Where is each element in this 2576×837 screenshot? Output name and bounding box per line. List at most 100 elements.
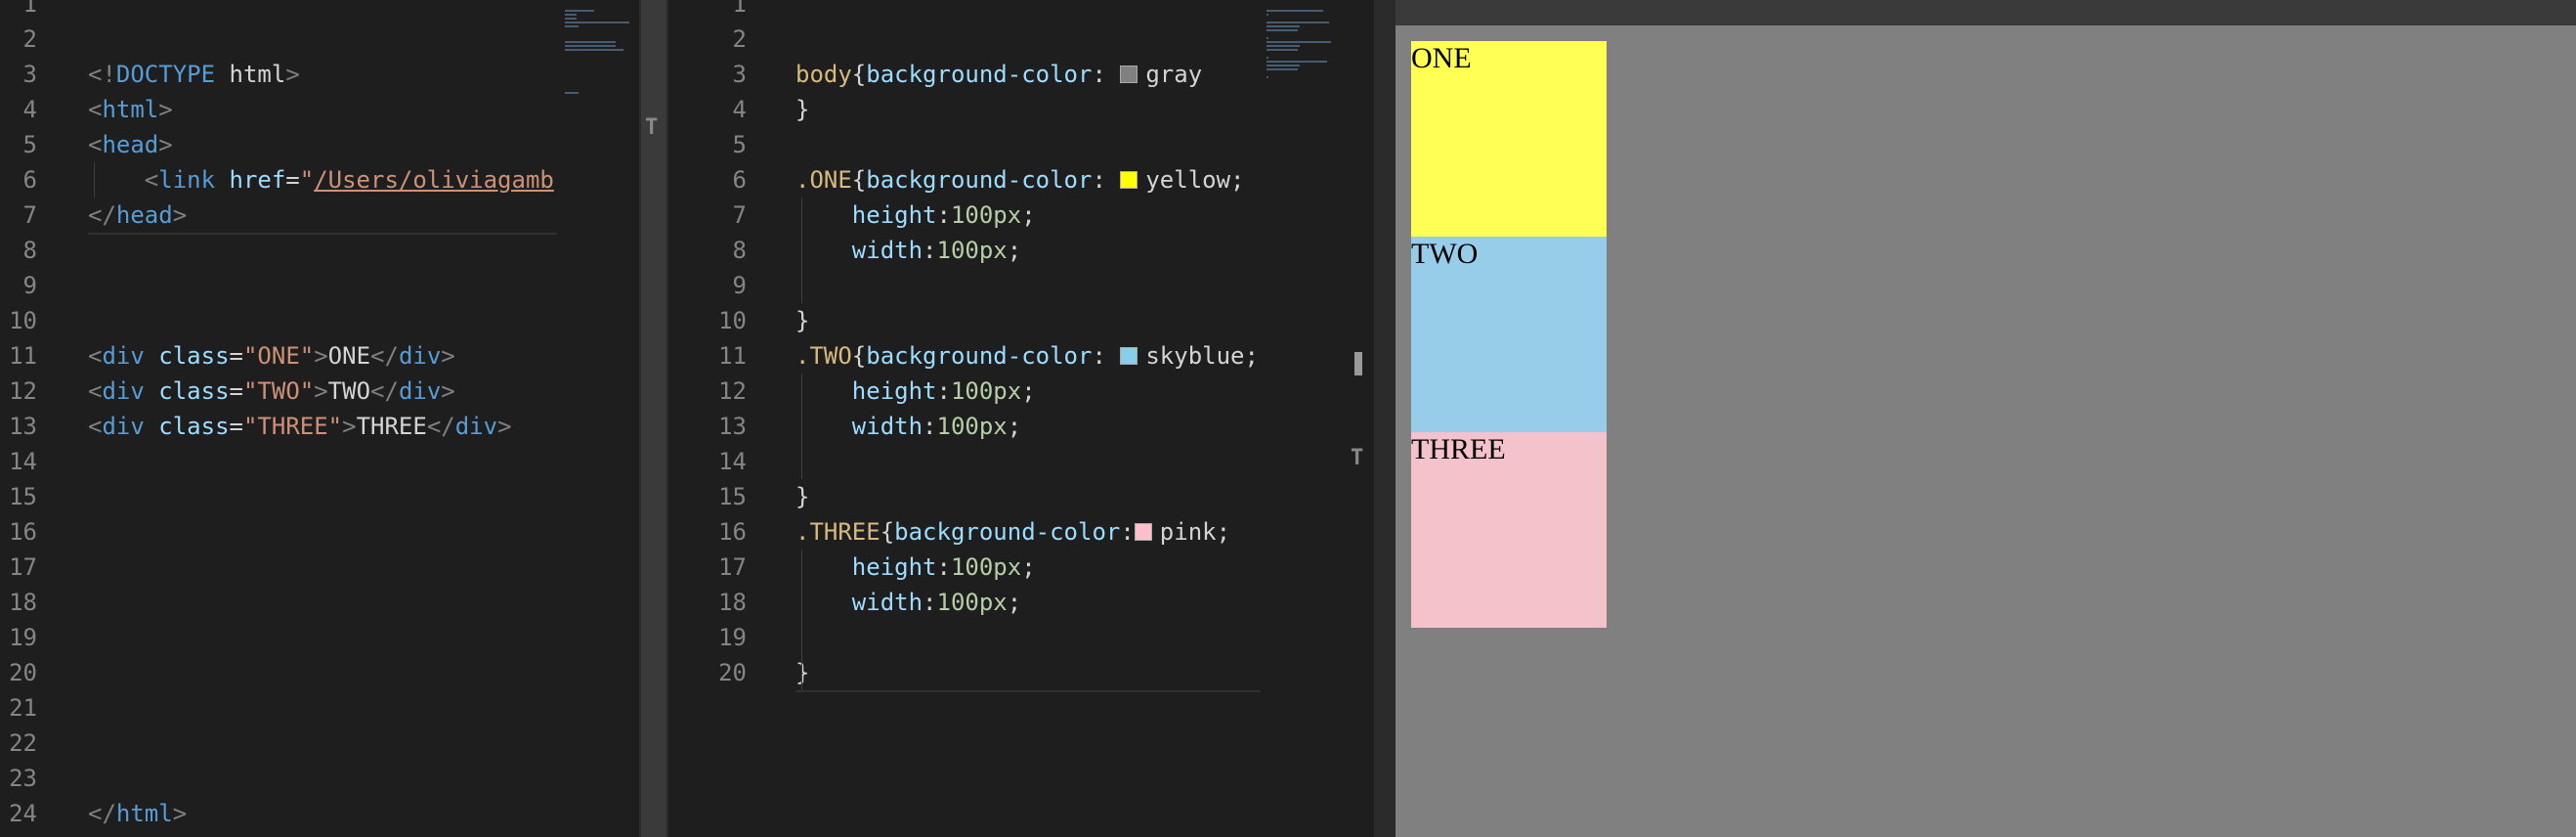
html-editor-pane[interactable]: 1 2 3 <!DOCTYPE html> 4 <html> 5 <head> 6 <link … bbox=[0, 0, 559, 837]
code-line[interactable]: 23 bbox=[0, 761, 559, 796]
code-line[interactable]: 13 <div class="THREE">THREE</div> bbox=[0, 409, 559, 444]
code-line[interactable]: 14 bbox=[668, 444, 1261, 479]
code-line[interactable]: 20 bbox=[0, 655, 559, 690]
code-line[interactable]: 4} bbox=[668, 92, 1261, 127]
code-line[interactable]: 1 bbox=[0, 0, 559, 22]
code-text[interactable]: } bbox=[795, 655, 809, 690]
code-line[interactable]: 5 <head> bbox=[0, 127, 559, 162]
code-text[interactable]: .ONE{background-color: yellow; bbox=[795, 162, 1245, 198]
code-line[interactable]: 3 body{background-color: gray bbox=[668, 57, 1261, 92]
code-line[interactable]: 16 bbox=[0, 514, 559, 550]
code-line[interactable]: 7 </head> bbox=[0, 198, 559, 233]
html-scrollbar[interactable]: T bbox=[639, 0, 668, 837]
code-line[interactable]: 21 bbox=[0, 690, 559, 726]
code-text[interactable]: <head> bbox=[88, 127, 173, 162]
code-text[interactable]: <div class="THREE">THREE</div> bbox=[88, 409, 512, 444]
code-token: ; bbox=[1007, 413, 1022, 440]
code-text[interactable]: <!DOCTYPE html> bbox=[88, 57, 300, 92]
code-token: > bbox=[158, 131, 173, 158]
code-line[interactable]: 10 bbox=[0, 303, 559, 338]
code-text[interactable]: <link href="/Users/oliviagamb bbox=[88, 162, 554, 198]
code-line[interactable]: 11 <div class="ONE">ONE</div> bbox=[0, 338, 559, 374]
code-text[interactable]: .TWO{background-color: skyblue; bbox=[795, 338, 1259, 374]
code-token: width bbox=[851, 413, 923, 440]
code-text[interactable]: } bbox=[795, 303, 809, 338]
code-text[interactable]: <html> bbox=[88, 92, 173, 127]
css-editor-pane[interactable]: 1 2 3 body{background-color: gray 4} 5 6 .ONE{b… bbox=[668, 0, 1261, 837]
code-text[interactable]: width:100px; bbox=[795, 233, 1021, 268]
pane-divider[interactable] bbox=[1374, 0, 1395, 837]
code-line[interactable]: 16 .THREE{background-color: pink; bbox=[668, 514, 1261, 550]
code-line[interactable]: 20} bbox=[668, 655, 1261, 690]
code-line[interactable]: 13 width:100px; bbox=[668, 409, 1261, 444]
css-scrollbar[interactable]: T bbox=[1347, 0, 1374, 837]
css-minimap[interactable] bbox=[1261, 0, 1347, 837]
code-line[interactable]: 19 bbox=[668, 620, 1261, 655]
code-line[interactable]: 9 bbox=[668, 268, 1261, 303]
code-line[interactable]: 6 <link href="/Users/oliviagamb bbox=[0, 162, 559, 198]
code-line[interactable]: 8 bbox=[0, 233, 559, 268]
code-line[interactable]: 14 bbox=[0, 444, 559, 479]
code-line[interactable]: 6 .ONE{background-color: yellow; bbox=[668, 162, 1261, 198]
code-line[interactable]: 11 .TWO{background-color: skyblue; bbox=[668, 338, 1261, 374]
code-text[interactable]: } bbox=[795, 479, 809, 514]
code-text[interactable]: height:100px; bbox=[795, 374, 1036, 409]
code-token: 100px bbox=[936, 589, 1008, 616]
code-line[interactable]: 10} bbox=[668, 303, 1261, 338]
code-text[interactable]: width:100px; bbox=[795, 409, 1021, 444]
code-token: background-color bbox=[894, 518, 1121, 546]
code-text[interactable]: <div class="ONE">ONE</div> bbox=[88, 338, 455, 374]
code-line[interactable]: 2 bbox=[668, 22, 1261, 57]
code-text[interactable]: body{background-color: gray bbox=[795, 57, 1202, 92]
code-token: < bbox=[88, 96, 103, 123]
html-minimap[interactable] bbox=[559, 0, 639, 837]
code-text[interactable]: width:100px; bbox=[795, 585, 1021, 620]
code-line[interactable]: 5 bbox=[668, 127, 1261, 162]
code-line[interactable]: 7 height:100px; bbox=[668, 198, 1261, 233]
code-text[interactable]: <div class="TWO">TWO</div> bbox=[88, 374, 455, 409]
code-line[interactable]: 4 <html> bbox=[0, 92, 559, 127]
code-text[interactable]: </html> bbox=[88, 796, 187, 831]
code-line[interactable]: 24 </html> bbox=[0, 796, 559, 831]
code-line[interactable]: 18 width:100px; bbox=[668, 585, 1261, 620]
code-line[interactable]: 12 height:100px; bbox=[668, 374, 1261, 409]
code-line[interactable]: 3 <!DOCTYPE html> bbox=[0, 57, 559, 92]
code-token: = bbox=[229, 377, 243, 405]
code-token: class bbox=[158, 342, 230, 370]
minimap-line bbox=[1267, 22, 1329, 23]
code-line[interactable]: 17 bbox=[0, 550, 559, 585]
code-token: < bbox=[88, 131, 103, 158]
code-text[interactable]: height:100px; bbox=[795, 198, 1036, 233]
code-token: height bbox=[851, 201, 937, 229]
code-line[interactable]: 18 bbox=[0, 585, 559, 620]
code-line[interactable]: 8 width:100px; bbox=[668, 233, 1261, 268]
code-text[interactable]: </head> bbox=[88, 198, 187, 233]
code-text[interactable]: } bbox=[795, 92, 809, 127]
color-swatch-icon[interactable] bbox=[1120, 66, 1138, 83]
code-line[interactable]: 12 <div class="TWO">TWO</div> bbox=[0, 374, 559, 409]
color-swatch-icon[interactable] bbox=[1120, 171, 1138, 189]
color-swatch-icon[interactable] bbox=[1134, 523, 1152, 541]
code-token: /Users/oliviagamb bbox=[314, 166, 554, 194]
code-token: body bbox=[795, 61, 852, 88]
code-token: html bbox=[215, 61, 286, 88]
code-line[interactable]: 17 height:100px; bbox=[668, 550, 1261, 585]
code-text[interactable]: height:100px; bbox=[795, 550, 1036, 585]
code-line[interactable]: 9 bbox=[0, 268, 559, 303]
code-token: > bbox=[158, 96, 173, 123]
code-line[interactable]: 19 bbox=[0, 620, 559, 655]
code-line[interactable]: 2 bbox=[0, 22, 559, 57]
code-line[interactable]: 15} bbox=[668, 479, 1261, 514]
line-number: 2 bbox=[732, 25, 747, 53]
code-line[interactable]: 15 bbox=[0, 479, 559, 514]
css-scroll-thumb[interactable] bbox=[1354, 352, 1362, 375]
code-text[interactable]: .THREE{background-color: pink; bbox=[795, 514, 1230, 550]
code-line[interactable]: 1 bbox=[668, 0, 1261, 22]
color-swatch-icon[interactable] bbox=[1120, 347, 1138, 365]
code-line[interactable]: 22 bbox=[0, 726, 559, 761]
code-token: DOCTYPE bbox=[115, 61, 216, 88]
line-number: 1 bbox=[22, 0, 37, 18]
code-token: > bbox=[314, 377, 328, 405]
minimap-line bbox=[1267, 10, 1323, 12]
